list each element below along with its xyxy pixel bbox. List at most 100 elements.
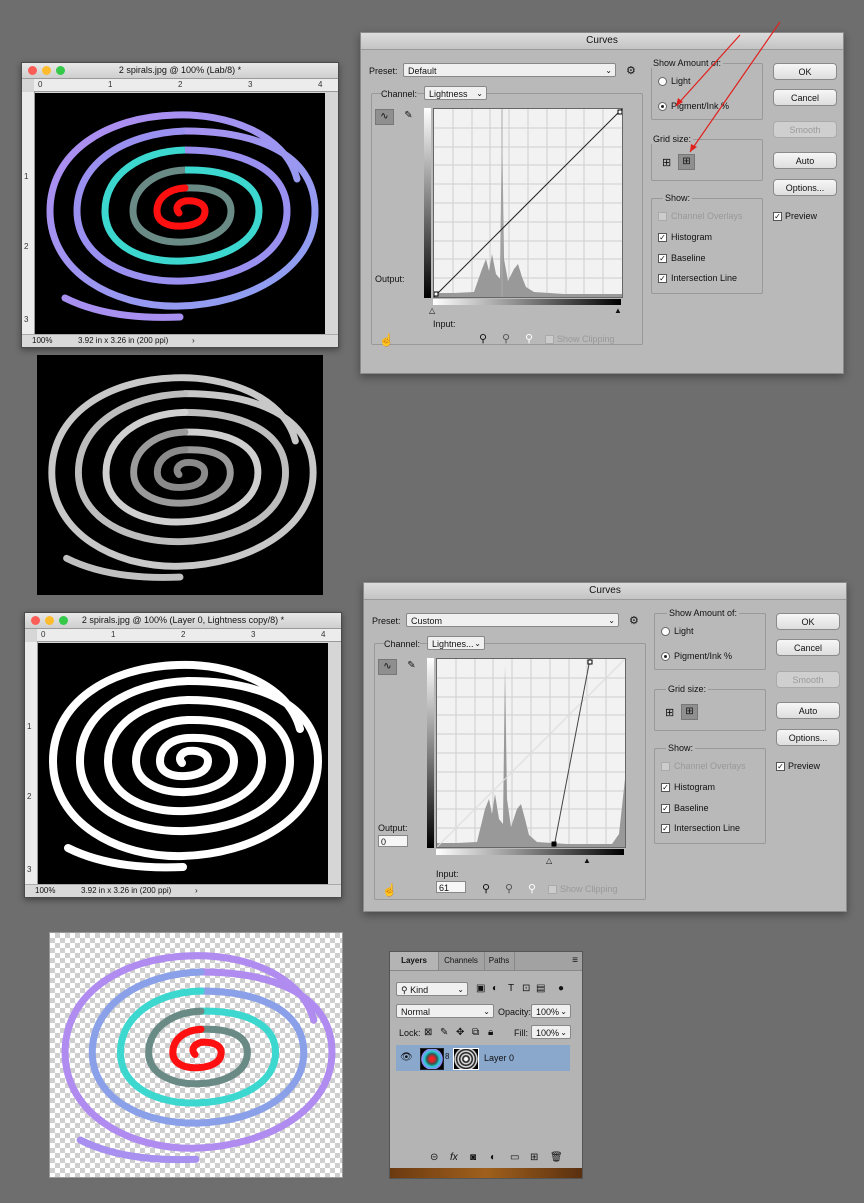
- preset-select[interactable]: Custom ⌄: [406, 613, 619, 627]
- document-size: 3.92 in x 3.26 in (200 ppi): [81, 886, 172, 895]
- filter-kind-select[interactable]: ⚲ Kind ⌄: [396, 982, 468, 996]
- filter-pixel-icon[interactable]: ▣: [476, 983, 485, 994]
- baseline-checkbox[interactable]: ✓: [661, 804, 670, 813]
- layer-style-fx-icon[interactable]: fx: [450, 1152, 458, 1163]
- preview-label: Preview: [788, 761, 821, 771]
- baseline-checkbox[interactable]: ✓: [658, 254, 667, 263]
- white-spiral-image: [48, 660, 323, 872]
- minimize-button[interactable]: [45, 616, 54, 625]
- channel-overlays-label: Channel Overlays: [674, 761, 746, 771]
- auto-button[interactable]: Auto: [776, 702, 840, 719]
- layers-panel: Layers Channels Paths ≡ ⚲ Kind ⌄ ▣ ◐ T ⊡ …: [389, 951, 583, 1179]
- preset-value: Custom: [411, 616, 443, 626]
- zoom-level[interactable]: 100%: [32, 335, 52, 347]
- grayscale-spiral-image: [37, 355, 323, 595]
- document-canvas[interactable]: [38, 643, 328, 884]
- ruler-tick: 2: [181, 630, 186, 639]
- opacity-field[interactable]: 100% ⌄: [531, 1004, 571, 1018]
- panel-menu-icon[interactable]: ≡: [572, 955, 578, 966]
- new-layer-icon[interactable]: ⊞: [530, 1152, 538, 1163]
- new-group-folder-icon[interactable]: ▭: [510, 1152, 519, 1163]
- histogram-checkbox[interactable]: ✓: [658, 233, 667, 242]
- window-titlebar[interactable]: 2 spirals.jpg @ 100% (Layer 0, Lightness…: [25, 613, 341, 629]
- fill-field[interactable]: 100% ⌄: [531, 1025, 571, 1039]
- preset-gear-icon[interactable]: ⚙: [629, 614, 639, 627]
- layer-name[interactable]: Layer 0: [484, 1053, 514, 1063]
- channel-overlays-checkbox[interactable]: [658, 212, 667, 221]
- simple-grid-icon[interactable]: ⊞: [665, 706, 674, 719]
- lock-transparent-icon[interactable]: ⊠: [424, 1027, 432, 1038]
- black-eyedropper-icon[interactable]: ⚲: [479, 332, 487, 345]
- zoom-level[interactable]: 100%: [35, 885, 55, 897]
- detailed-grid-icon[interactable]: ⊞: [681, 704, 698, 720]
- intersection-line-checkbox[interactable]: ✓: [658, 274, 667, 283]
- tab-layers[interactable]: Layers: [390, 952, 439, 970]
- tab-channels[interactable]: Channels: [438, 952, 485, 970]
- white-eyedropper-icon[interactable]: ⚲: [528, 882, 536, 895]
- zoom-button[interactable]: [59, 616, 68, 625]
- targeted-adjustment-hand-icon[interactable]: ☝: [379, 333, 394, 347]
- baseline-label: Baseline: [674, 803, 709, 813]
- curve-graph[interactable]: [436, 658, 626, 848]
- link-layers-icon[interactable]: ⊝: [430, 1152, 438, 1163]
- blend-mode-select[interactable]: Normal ⌄: [396, 1004, 494, 1018]
- visibility-eye-icon[interactable]: 👁︎: [400, 1052, 413, 1063]
- annotation-arrows: [675, 21, 781, 153]
- ruler-tick: 2: [27, 792, 32, 801]
- status-menu-arrow-icon[interactable]: ›: [192, 335, 195, 347]
- input-value-field[interactable]: 61: [436, 881, 466, 893]
- white-eyedropper-icon[interactable]: ⚲: [525, 332, 533, 345]
- intersection-line-checkbox[interactable]: ✓: [661, 824, 670, 833]
- white-point-slider-icon[interactable]: △: [546, 856, 552, 865]
- preset-label: Preset:: [372, 616, 401, 626]
- gray-eyedropper-icon[interactable]: ⚲: [502, 332, 510, 345]
- lock-brush-icon[interactable]: ✎: [440, 1027, 448, 1038]
- lock-artboard-icon[interactable]: ⧉: [472, 1027, 479, 1038]
- ok-button[interactable]: OK: [776, 613, 840, 630]
- show-clipping-checkbox[interactable]: [545, 335, 554, 344]
- smooth-button[interactable]: Smooth: [776, 671, 840, 688]
- black-eyedropper-icon[interactable]: ⚲: [482, 882, 490, 895]
- white-point-slider-icon[interactable]: △: [429, 306, 435, 315]
- chevron-down-icon: ⌄: [483, 1007, 490, 1016]
- light-radio[interactable]: [661, 627, 670, 636]
- lock-move-icon[interactable]: ✥: [456, 1027, 464, 1038]
- filter-toggle-icon[interactable]: ●: [558, 983, 564, 994]
- output-value-field[interactable]: 0: [378, 835, 408, 847]
- trash-icon[interactable]: 🗑︎: [550, 1152, 563, 1163]
- show-clipping-checkbox[interactable]: [548, 885, 557, 894]
- show-amount-label: Show Amount of:: [667, 608, 740, 618]
- chevron-down-icon: ⌄: [560, 1007, 567, 1016]
- filter-smart-object-icon[interactable]: ▤: [536, 983, 545, 994]
- filter-type-icon[interactable]: T: [508, 983, 514, 994]
- status-menu-arrow-icon[interactable]: ›: [195, 885, 198, 897]
- options-button[interactable]: Options...: [776, 729, 840, 746]
- targeted-adjustment-hand-icon[interactable]: ☝: [382, 883, 397, 897]
- lock-all-icon[interactable]: 🔒︎: [488, 1027, 493, 1038]
- filter-adjustment-icon[interactable]: ◐: [492, 983, 498, 994]
- channel-select[interactable]: Lightnes... ⌄: [427, 636, 485, 650]
- link-chain-icon[interactable]: 8: [445, 1052, 449, 1061]
- transparent-spiral-image: [49, 932, 343, 1178]
- curve-point-tool-icon[interactable]: ∿: [378, 659, 397, 675]
- channel-overlays-checkbox[interactable]: [661, 762, 670, 771]
- ruler-tick: 1: [27, 722, 32, 731]
- histogram-checkbox[interactable]: ✓: [661, 783, 670, 792]
- gray-eyedropper-icon[interactable]: ⚲: [505, 882, 513, 895]
- close-button[interactable]: [31, 616, 40, 625]
- preview-checkbox[interactable]: ✓: [776, 762, 785, 771]
- tab-paths[interactable]: Paths: [484, 952, 515, 970]
- black-point-slider-icon[interactable]: ▲: [614, 306, 622, 315]
- preview-checkbox[interactable]: ✓: [773, 212, 782, 221]
- add-mask-icon[interactable]: ◙: [470, 1152, 476, 1163]
- black-point-slider-icon[interactable]: ▲: [583, 856, 591, 865]
- chevron-down-icon: ⌄: [457, 985, 464, 994]
- pigment-ink-radio[interactable]: [661, 652, 670, 661]
- filter-shape-icon[interactable]: ⊡: [522, 983, 530, 994]
- panel-bottom-bar: ⊝ fx ◙ ◐ ▭ ⊞ 🗑︎: [390, 1150, 582, 1166]
- layer-row[interactable]: 👁︎ 8 Layer 0: [396, 1045, 570, 1071]
- pencil-tool-icon[interactable]: ✎: [402, 659, 421, 675]
- cancel-button[interactable]: Cancel: [776, 639, 840, 656]
- adjustment-layer-icon[interactable]: ◐: [490, 1152, 496, 1163]
- chevron-down-icon: ⌄: [474, 639, 481, 648]
